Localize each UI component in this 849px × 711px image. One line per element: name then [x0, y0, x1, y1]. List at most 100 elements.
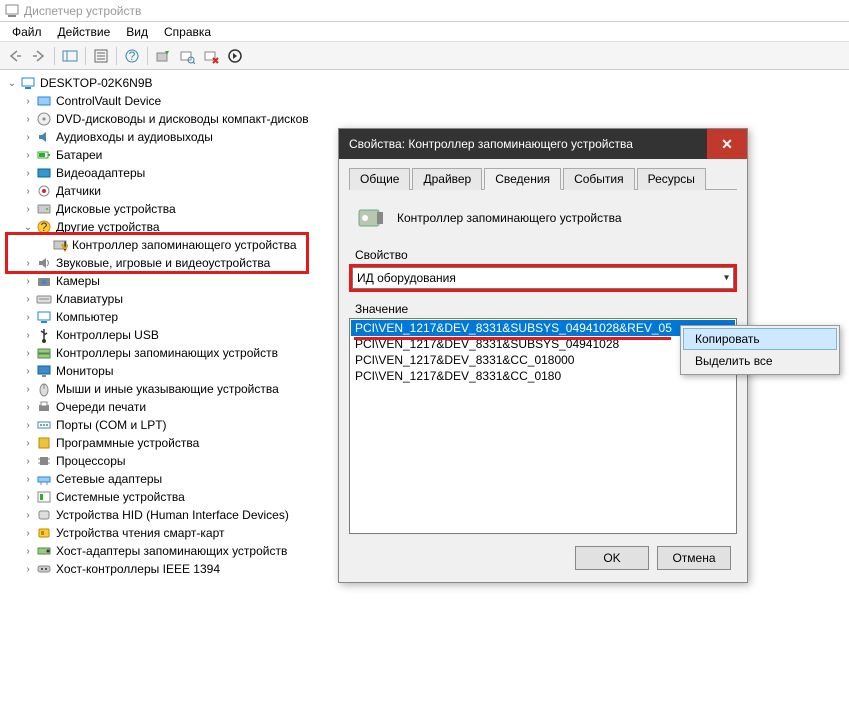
tab-details[interactable]: Сведения: [484, 168, 561, 190]
list-item[interactable]: PCI\VEN_1217&DEV_8331&CC_018000: [351, 352, 735, 368]
expand-icon[interactable]: ›: [20, 366, 36, 377]
app-icon: [4, 3, 20, 19]
tree-item-label: Камеры: [56, 274, 100, 288]
device-category-icon: [36, 471, 52, 487]
property-select-highlight: ИД оборудования ▾: [349, 264, 737, 292]
expand-icon[interactable]: ›: [20, 510, 36, 521]
tree-item-label: Дисковые устройства: [56, 202, 176, 216]
tabs: Общие Драйвер Сведения События Ресурсы: [349, 167, 737, 190]
expand-icon[interactable]: ›: [20, 348, 36, 359]
tree-item[interactable]: ›ControlVault Device: [0, 92, 849, 110]
computer-icon: [20, 75, 36, 91]
value-listbox[interactable]: PCI\VEN_1217&DEV_8331&SUBSYS_04941028&RE…: [349, 318, 737, 534]
tree-item-label: Программные устройства: [56, 436, 199, 450]
expand-icon[interactable]: ›: [20, 402, 36, 413]
device-category-icon: !: [52, 237, 68, 253]
tree-item-label: Компьютер: [56, 310, 118, 324]
back-icon[interactable]: [4, 45, 26, 67]
device-category-icon: [36, 165, 52, 181]
device-category-icon: [36, 381, 52, 397]
expand-icon[interactable]: ›: [20, 546, 36, 557]
titlebar: Диспетчер устройств: [0, 0, 849, 22]
list-item[interactable]: PCI\VEN_1217&DEV_8331&SUBSYS_04941028&RE…: [351, 320, 735, 336]
tree-root[interactable]: ⌄ DESKTOP-02K6N9B: [0, 74, 849, 92]
tree-item-label: Мыши и иные указывающие устройства: [56, 382, 279, 396]
expand-icon[interactable]: ›: [20, 204, 36, 215]
context-selectall[interactable]: Выделить все: [683, 350, 837, 372]
device-category-icon: [36, 129, 52, 145]
tab-events[interactable]: События: [563, 168, 635, 190]
properties-icon[interactable]: [90, 45, 112, 67]
tree-item-label: Устройства чтения смарт-карт: [56, 526, 224, 540]
ok-button[interactable]: OK: [575, 546, 649, 570]
dialog-titlebar[interactable]: Свойства: Контроллер запоминающего устро…: [339, 129, 747, 159]
expand-icon[interactable]: ›: [20, 384, 36, 395]
expand-icon[interactable]: ›: [20, 168, 36, 179]
device-category-icon: [36, 363, 52, 379]
svg-text:?: ?: [41, 220, 48, 234]
forward-icon[interactable]: [28, 45, 50, 67]
update-driver-icon[interactable]: [152, 45, 174, 67]
expand-icon[interactable]: ›: [20, 258, 36, 269]
expand-icon[interactable]: ›: [20, 528, 36, 539]
tree-item-label: Видеоадаптеры: [56, 166, 145, 180]
device-category-icon: [36, 417, 52, 433]
tab-general[interactable]: Общие: [349, 168, 410, 190]
menu-action[interactable]: Действие: [50, 23, 119, 41]
tab-driver[interactable]: Драйвер: [412, 168, 482, 190]
toolbar-sep: [54, 47, 55, 65]
expand-icon[interactable]: ›: [20, 312, 36, 323]
toolbar-sep: [85, 47, 86, 65]
tree-item-label: Звуковые, игровые и видеоустройства: [56, 256, 270, 270]
expand-icon[interactable]: ›: [20, 150, 36, 161]
device-category-icon: [36, 93, 52, 109]
cancel-button[interactable]: Отмена: [657, 546, 731, 570]
close-icon[interactable]: ✕: [707, 129, 747, 159]
expand-icon[interactable]: ›: [20, 96, 36, 107]
expand-icon[interactable]: ›: [20, 186, 36, 197]
expand-icon[interactable]: ›: [20, 330, 36, 341]
expand-icon[interactable]: ›: [20, 564, 36, 575]
property-select[interactable]: ИД оборудования: [352, 267, 734, 289]
expand-icon[interactable]: ›: [20, 114, 36, 125]
menu-help[interactable]: Справка: [156, 23, 219, 41]
disable-icon[interactable]: [224, 45, 246, 67]
device-header: Контроллер запоминающего устройства: [349, 202, 737, 234]
uninstall-icon[interactable]: [200, 45, 222, 67]
device-category-icon: [36, 453, 52, 469]
tree-item-label: Порты (COM и LPT): [56, 418, 167, 432]
collapse-icon[interactable]: ⌄: [4, 78, 20, 89]
device-category-icon: [36, 201, 52, 217]
device-category-icon: [36, 525, 52, 541]
tab-resources[interactable]: Ресурсы: [637, 168, 706, 190]
device-category-icon: [36, 255, 52, 271]
collapse-icon[interactable]: ⌄: [20, 222, 36, 233]
expand-icon[interactable]: ›: [20, 294, 36, 305]
help-icon[interactable]: ?: [121, 45, 143, 67]
expand-icon[interactable]: ›: [20, 420, 36, 431]
property-label: Свойство: [349, 248, 737, 262]
show-hide-tree-icon[interactable]: [59, 45, 81, 67]
tree-item-label: Датчики: [56, 184, 101, 198]
dialog-buttons: OK Отмена: [349, 546, 737, 570]
device-name: Контроллер запоминающего устройства: [397, 211, 622, 225]
expand-icon[interactable]: ›: [20, 492, 36, 503]
device-category-icon: [36, 399, 52, 415]
tree-item-label: Процессоры: [56, 454, 126, 468]
tree-item-label: Контроллер запоминающего устройства: [72, 238, 297, 252]
toolbar: ?: [0, 42, 849, 70]
expand-icon[interactable]: ›: [20, 474, 36, 485]
menu-file[interactable]: Файл: [4, 23, 50, 41]
tree-item-label: Устройства HID (Human Interface Devices): [56, 508, 289, 522]
context-copy[interactable]: Копировать: [683, 328, 837, 350]
value-label: Значение: [349, 302, 737, 316]
expand-icon[interactable]: ›: [20, 276, 36, 287]
menu-view[interactable]: Вид: [118, 23, 156, 41]
device-category-icon: [36, 561, 52, 577]
expand-icon[interactable]: ›: [20, 456, 36, 467]
list-item[interactable]: PCI\VEN_1217&DEV_8331&CC_0180: [351, 368, 735, 384]
tree-item[interactable]: ›DVD-дисководы и дисководы компакт-диско…: [0, 110, 849, 128]
expand-icon[interactable]: ›: [20, 438, 36, 449]
scan-hardware-icon[interactable]: [176, 45, 198, 67]
expand-icon[interactable]: ›: [20, 132, 36, 143]
